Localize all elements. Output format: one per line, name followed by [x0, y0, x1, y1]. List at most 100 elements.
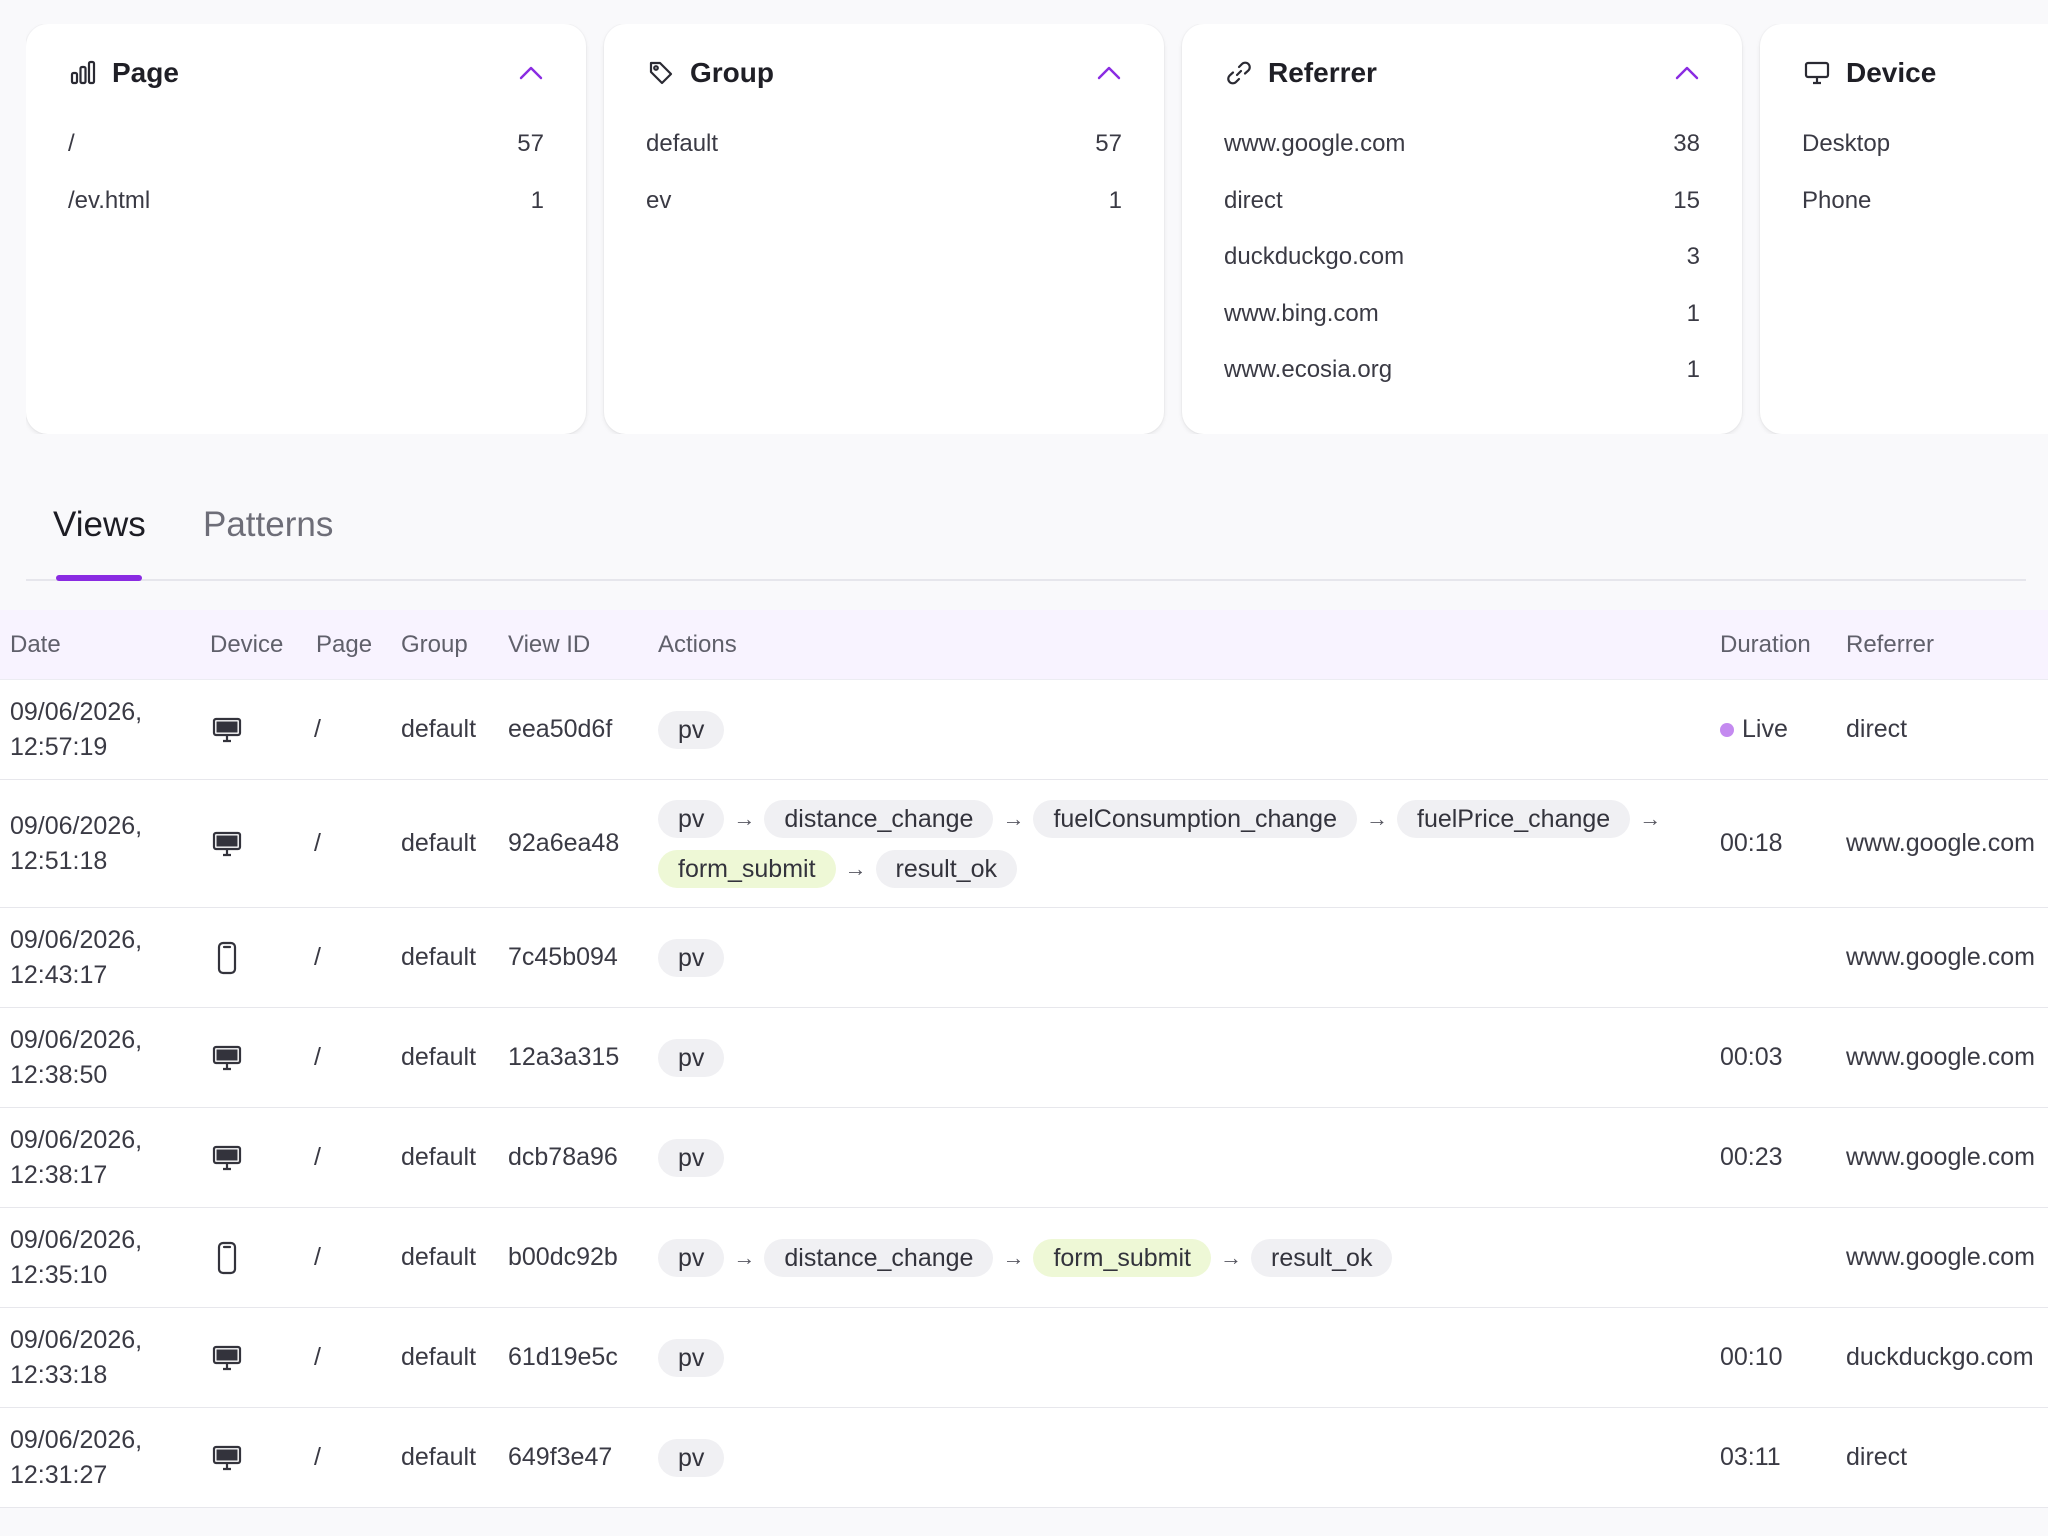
- row-page[interactable]: /: [314, 829, 321, 858]
- action-chip[interactable]: pv: [658, 1139, 725, 1177]
- card-item[interactable]: direct 15: [1224, 173, 1700, 230]
- row-referrer[interactable]: www.google.com: [1846, 1143, 2035, 1172]
- col-duration[interactable]: Duration: [1720, 631, 1811, 659]
- table-row[interactable]: 09/06/2026, 12:31:27 / default 649f3e47 pv 03:…: [0, 1408, 2048, 1508]
- row-group[interactable]: default: [401, 1243, 476, 1272]
- row-page[interactable]: /: [314, 1043, 321, 1072]
- card-item[interactable]: / 57: [68, 116, 544, 173]
- arrow-right-icon: →: [733, 1245, 756, 1270]
- tab-views[interactable]: Views: [53, 505, 146, 545]
- col-date[interactable]: Date: [10, 631, 61, 659]
- card-item[interactable]: Desktop: [1802, 116, 2048, 173]
- action-chip[interactable]: distance_change: [764, 1239, 994, 1277]
- row-date-time: 12:35:10: [10, 1261, 108, 1289]
- table-row[interactable]: 09/06/2026, 12:51:18 / default 92a6ea48 pv → di…: [0, 780, 2048, 908]
- row-referrer[interactable]: duckduckgo.com: [1846, 1343, 2034, 1372]
- col-view-id[interactable]: View ID: [508, 631, 590, 659]
- row-referrer[interactable]: www.google.com: [1846, 1243, 2035, 1272]
- table-row[interactable]: 09/06/2026, 12:35:10 / default b00dc92b pv → di…: [0, 1208, 2048, 1308]
- col-referrer[interactable]: Referrer: [1846, 631, 1934, 659]
- action-chip[interactable]: result_ok: [1251, 1239, 1393, 1277]
- col-group[interactable]: Group: [401, 631, 468, 659]
- row-referrer[interactable]: direct: [1846, 715, 1907, 744]
- row-view-id[interactable]: 649f3e47: [508, 1443, 612, 1472]
- row-view-id[interactable]: dcb78a96: [508, 1143, 618, 1172]
- col-device[interactable]: Device: [210, 631, 283, 659]
- row-page[interactable]: /: [314, 1243, 321, 1272]
- action-chip[interactable]: distance_change: [764, 800, 994, 838]
- action-chip[interactable]: form_submit: [658, 850, 836, 888]
- row-page[interactable]: /: [314, 943, 321, 972]
- row-referrer[interactable]: direct: [1846, 1443, 1907, 1472]
- action-chip[interactable]: fuelConsumption_change: [1033, 800, 1357, 838]
- table-row[interactable]: 09/06/2026, 12:38:17 / default dcb78a96 pv 00:…: [0, 1108, 2048, 1208]
- action-chip[interactable]: result_ok: [875, 850, 1017, 888]
- chevron-up-icon[interactable]: [516, 58, 546, 88]
- row-view-id[interactable]: 7c45b094: [508, 943, 618, 972]
- card-item[interactable]: Phone: [1802, 173, 2048, 230]
- row-actions: pv: [658, 1439, 1698, 1477]
- action-chip[interactable]: pv: [658, 800, 725, 838]
- card-item[interactable]: ev 1: [646, 173, 1122, 230]
- action-chip[interactable]: fuelPrice_change: [1397, 800, 1631, 838]
- action-chip[interactable]: pv: [658, 1039, 725, 1077]
- action-chip[interactable]: pv: [658, 711, 725, 749]
- col-actions[interactable]: Actions: [658, 631, 737, 659]
- row-group[interactable]: default: [401, 715, 476, 744]
- row-date-day: 09/06/2026,: [10, 1226, 143, 1254]
- row-group[interactable]: default: [401, 1043, 476, 1072]
- row-page[interactable]: /: [314, 1143, 321, 1172]
- card-header: Device: [1802, 24, 2048, 122]
- table-body: 09/06/2026, 12:57:19 / default eea50d6f pv Liv…: [0, 680, 2048, 1508]
- row-referrer[interactable]: www.google.com: [1846, 943, 2035, 972]
- row-view-id[interactable]: 12a3a315: [508, 1043, 619, 1072]
- row-page[interactable]: /: [314, 1343, 321, 1372]
- desktop-icon: [212, 829, 242, 866]
- card-item[interactable]: www.ecosia.org 1: [1224, 342, 1700, 399]
- card-item[interactable]: duckduckgo.com 3: [1224, 229, 1700, 286]
- arrow-right-icon: →: [733, 806, 756, 831]
- row-referrer[interactable]: www.google.com: [1846, 829, 2035, 858]
- col-page[interactable]: Page: [316, 631, 372, 659]
- row-date-day: 09/06/2026,: [10, 926, 143, 954]
- desktop-icon: [212, 715, 242, 752]
- row-date-time: 12:38:17: [10, 1161, 108, 1189]
- chevron-up-icon[interactable]: [1672, 58, 1702, 88]
- card-item[interactable]: default 57: [646, 116, 1122, 173]
- action-chip[interactable]: pv: [658, 1239, 725, 1277]
- row-date: 09/06/2026, 12:35:10: [10, 1223, 142, 1293]
- row-view-id[interactable]: 61d19e5c: [508, 1343, 618, 1372]
- row-view-id[interactable]: b00dc92b: [508, 1243, 618, 1272]
- card-title: Group: [690, 57, 774, 88]
- row-page[interactable]: /: [314, 1443, 321, 1472]
- tab-patterns[interactable]: Patterns: [203, 505, 333, 545]
- card-item-label: direct: [1224, 186, 1283, 214]
- action-chip[interactable]: pv: [658, 939, 725, 977]
- card-item-count: 1: [1108, 186, 1122, 214]
- row-group[interactable]: default: [401, 1443, 476, 1472]
- arrow-right-icon: →: [844, 856, 867, 881]
- chevron-up-icon[interactable]: [1094, 58, 1124, 88]
- card-item[interactable]: www.google.com 38: [1224, 116, 1700, 173]
- card-item-label: Desktop: [1802, 130, 1891, 158]
- row-referrer[interactable]: www.google.com: [1846, 1043, 2035, 1072]
- action-chip[interactable]: pv: [658, 1339, 725, 1377]
- row-group[interactable]: default: [401, 829, 476, 858]
- table-row[interactable]: 09/06/2026, 12:38:50 / default 12a3a315 pv 00:…: [0, 1008, 2048, 1108]
- card-item[interactable]: /ev.html 1: [68, 173, 544, 230]
- row-page[interactable]: /: [314, 715, 321, 744]
- card-item[interactable]: www.bing.com 1: [1224, 286, 1700, 343]
- action-chip[interactable]: pv: [658, 1439, 725, 1477]
- table-row[interactable]: 09/06/2026, 12:33:18 / default 61d19e5c pv 00:…: [0, 1308, 2048, 1408]
- row-group[interactable]: default: [401, 1143, 476, 1172]
- phone-icon: [212, 941, 242, 982]
- action-chip[interactable]: form_submit: [1033, 1239, 1211, 1277]
- table-row[interactable]: 09/06/2026, 12:57:19 / default eea50d6f pv Liv…: [0, 680, 2048, 780]
- row-view-id[interactable]: 92a6ea48: [508, 829, 619, 858]
- row-group[interactable]: default: [401, 1343, 476, 1372]
- card-item-count: 15: [1673, 186, 1700, 214]
- row-group[interactable]: default: [401, 943, 476, 972]
- table-row[interactable]: 09/06/2026, 12:43:17 / default 7c45b094 pv www…: [0, 908, 2048, 1008]
- row-view-id[interactable]: eea50d6f: [508, 715, 612, 744]
- monitor-icon: [1802, 58, 1832, 88]
